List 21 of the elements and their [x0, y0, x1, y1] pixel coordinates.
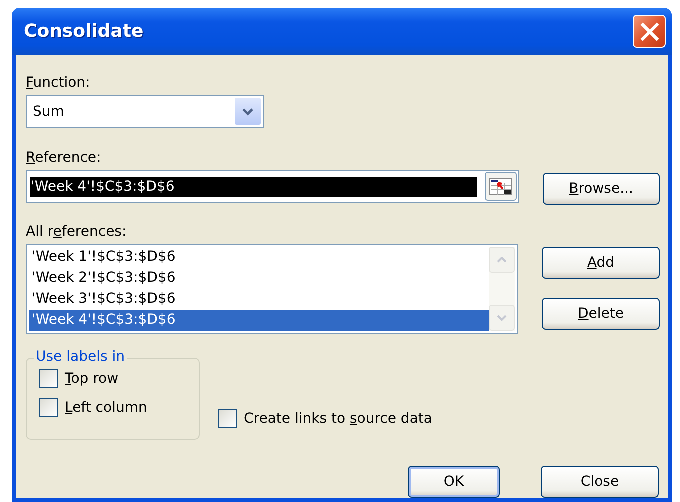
close-icon	[640, 22, 660, 42]
function-dropdown[interactable]: Sum	[26, 95, 264, 128]
dialog-button[interactable]: OK	[408, 466, 500, 498]
window-title: Consolidate	[24, 21, 144, 42]
checkbox[interactable]	[39, 369, 58, 388]
dialog-button[interactable]: Close	[541, 466, 659, 498]
checkbox-label: Top row	[65, 370, 119, 386]
checkbox[interactable]	[39, 398, 58, 417]
add-button[interactable]: Add	[542, 247, 660, 279]
browse-button[interactable]: Browse...	[542, 173, 660, 205]
delete-button[interactable]: Delete	[542, 298, 660, 330]
list-item[interactable]: 'Week 4'!$C$3:$D$6	[29, 310, 489, 331]
field-label: Function:	[26, 74, 92, 93]
range-picker-icon[interactable]	[484, 172, 517, 201]
reference-field[interactable]: 'Week 4'!$C$3:$D$6	[26, 170, 519, 203]
checkbox[interactable]	[218, 409, 237, 428]
close-button[interactable]	[633, 15, 666, 48]
field-label: Reference:	[26, 149, 102, 168]
checkbox-label: Left column	[65, 400, 148, 416]
checkbox-label: Create links to source data	[244, 410, 432, 426]
field-label: All references:	[26, 223, 128, 242]
